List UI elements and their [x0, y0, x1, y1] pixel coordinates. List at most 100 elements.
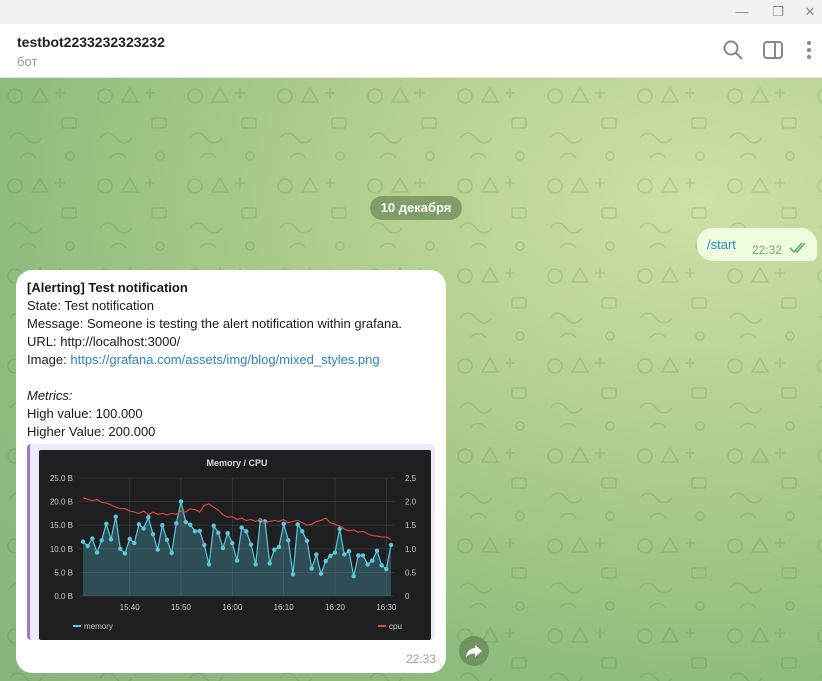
- forward-button[interactable]: [459, 636, 489, 666]
- memory-data-point: [141, 526, 146, 531]
- memory-data-point: [276, 544, 282, 550]
- memory-data-point: [384, 566, 389, 572]
- outgoing-message-text[interactable]: /start: [707, 237, 736, 252]
- memory-data-point: [206, 562, 212, 567]
- alert-image-line: Image: https://grafana.com/assets/img/bl…: [27, 352, 380, 367]
- memory-data-point: [332, 550, 338, 555]
- window-title-bar: — ❐ ✕: [0, 0, 822, 24]
- link-preview[interactable]: Memory / CPU 0.0 B 5.0 B 10.0 B 15.0 B 20.0 …: [27, 444, 435, 640]
- y-left-tick-label: 0.0 B: [54, 592, 73, 601]
- memory-data-point: [370, 558, 375, 563]
- memory-data-point: [328, 553, 333, 559]
- memory-data-point: [85, 543, 90, 549]
- memory-data-point: [300, 529, 305, 534]
- chat-area[interactable]: 10 декабря /start 22:32 [Alerting] Test …: [0, 78, 822, 681]
- memory-data-point: [192, 529, 198, 534]
- memory-data-point: [99, 538, 104, 543]
- grafana-panel-image[interactable]: Memory / CPU 0.0 B 5.0 B 10.0 B 15.0 B 20.0 …: [39, 450, 431, 640]
- incoming-message-time: 22:33: [406, 652, 437, 666]
- memory-cpu-chart: Memory / CPU 0.0 B 5.0 B 10.0 B 15.0 B 20.0 …: [50, 458, 417, 631]
- memory-data-point: [253, 562, 258, 567]
- y-right-tick-label: 2.5: [405, 474, 417, 483]
- legend-cpu-label: cpu: [389, 622, 402, 631]
- memory-data-point: [118, 546, 123, 551]
- maximize-button[interactable]: ❐: [768, 2, 788, 22]
- memory-data-point: [113, 514, 118, 519]
- date-separator: 10 декабря: [370, 196, 462, 220]
- memory-data-point: [234, 558, 240, 563]
- memory-data-point: [379, 563, 384, 568]
- memory-data-point: [225, 531, 230, 536]
- alert-image-label: Image:: [27, 352, 71, 367]
- incoming-message[interactable]: [Alerting] Test notification State: Test…: [16, 270, 446, 673]
- y-left-tick-label: 10.0 B: [50, 545, 73, 554]
- memory-data-point: [150, 532, 156, 537]
- metric-higher-value: Higher Value: 200.000: [27, 424, 156, 439]
- memory-data-point: [136, 522, 142, 527]
- memory-data-point: [356, 553, 361, 558]
- legend-memory-label: memory: [84, 622, 113, 631]
- search-icon[interactable]: [722, 39, 744, 61]
- chat-header: testbot2233232323232 бот: [0, 24, 822, 78]
- memory-data-point: [295, 522, 300, 527]
- metric-high-value: High value: 100.000: [27, 406, 143, 421]
- close-window-button[interactable]: ✕: [800, 2, 820, 22]
- memory-data-point: [374, 548, 380, 553]
- memory-data-point: [164, 537, 170, 542]
- memory-data-point: [108, 537, 114, 542]
- chat-subtitle: бот: [17, 54, 38, 69]
- x-tick-label: 16:00: [222, 603, 243, 612]
- memory-data-point: [309, 566, 314, 571]
- memory-data-point: [360, 553, 366, 558]
- alert-url: URL: http://localhost:3000/: [27, 334, 181, 349]
- sidebar-toggle-icon[interactable]: [762, 39, 784, 61]
- y-left-tick-label: 15.0 B: [50, 521, 73, 530]
- x-tick-label: 16:10: [274, 603, 295, 612]
- memory-data-point: [244, 529, 249, 534]
- memory-data-point: [290, 572, 296, 577]
- y-right-tick-label: 1.5: [405, 521, 417, 530]
- memory-data-point: [304, 538, 310, 543]
- memory-data-point: [342, 552, 347, 557]
- y-right-tick-label: 1.0: [405, 545, 417, 554]
- alert-image-link[interactable]: https://grafana.com/assets/img/blog/mixe…: [70, 352, 379, 367]
- memory-data-point: [314, 552, 319, 557]
- memory-data-point: [388, 542, 394, 548]
- read-checkmarks-icon: [789, 242, 806, 254]
- minimize-button[interactable]: —: [732, 2, 752, 22]
- chat-title[interactable]: testbot2233232323232: [17, 34, 165, 50]
- memory-data-point: [216, 530, 221, 535]
- more-options-icon[interactable]: [798, 39, 820, 61]
- memory-data-point: [174, 521, 179, 526]
- memory-data-point: [122, 551, 128, 556]
- memory-data-point: [286, 538, 291, 543]
- y-left-tick-label: 20.0 B: [50, 498, 73, 507]
- memory-data-point: [220, 545, 226, 551]
- y-right-tick-label: 0: [405, 592, 410, 601]
- outgoing-message[interactable]: /start 22:32: [697, 228, 817, 261]
- memory-data-point: [272, 547, 277, 552]
- memory-data-point: [188, 522, 193, 527]
- x-tick-label: 15:40: [120, 603, 141, 612]
- memory-data-point: [239, 525, 244, 530]
- x-tick-label: 16:20: [325, 603, 346, 612]
- memory-data-point: [202, 542, 207, 548]
- cpu-series-line: [82, 497, 392, 540]
- x-tick-label: 15:50: [171, 603, 192, 612]
- forward-arrow-icon: [466, 645, 482, 658]
- y-left-tick-label: 25.0 B: [50, 474, 73, 483]
- memory-data-point: [281, 521, 286, 526]
- memory-data-point: [104, 521, 109, 526]
- memory-data-point: [351, 574, 356, 579]
- alert-message: Message: Someone is testing the alert no…: [27, 316, 403, 331]
- memory-data-point: [160, 523, 165, 528]
- memory-data-point: [90, 536, 95, 541]
- memory-data-point: [318, 571, 324, 576]
- memory-data-point: [94, 550, 100, 555]
- memory-data-point: [365, 562, 370, 567]
- outgoing-message-time: 22:32: [752, 243, 783, 257]
- memory-data-point: [127, 536, 132, 542]
- memory-data-point: [155, 547, 160, 552]
- memory-data-point: [169, 550, 174, 556]
- memory-data-point: [211, 523, 216, 528]
